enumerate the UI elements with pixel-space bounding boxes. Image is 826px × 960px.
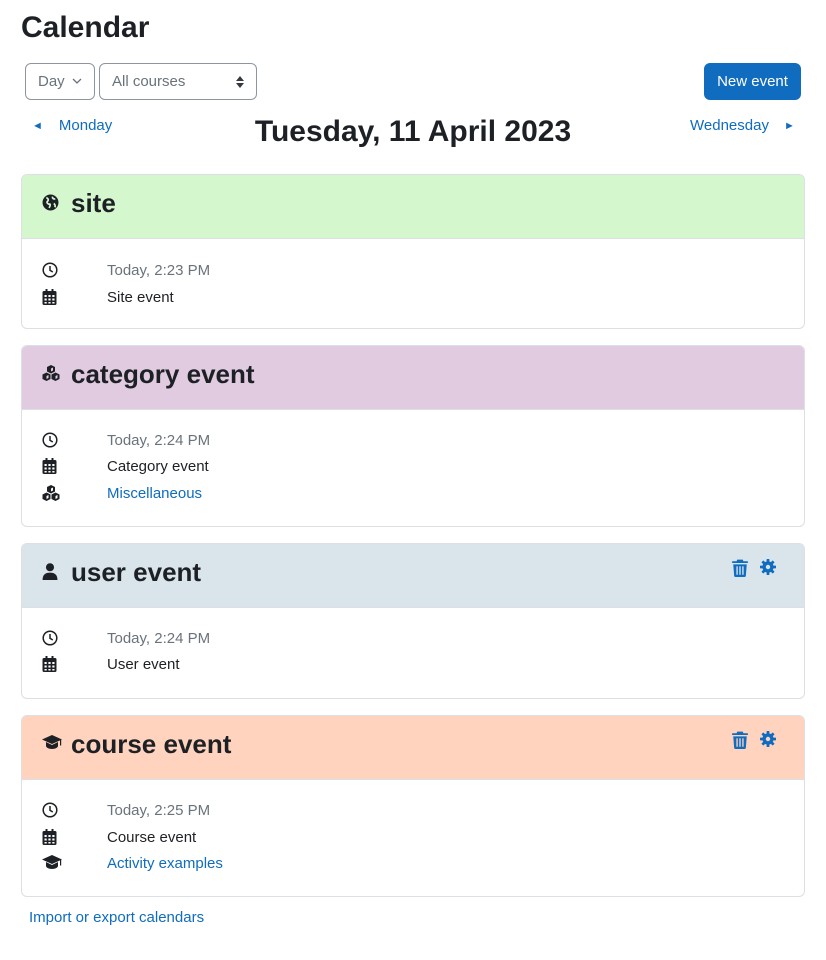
new-event-button[interactable]: New event — [704, 63, 801, 100]
gear-icon[interactable] — [760, 731, 776, 749]
event-actions — [732, 559, 776, 577]
globe-icon — [42, 194, 59, 211]
calendar-icon — [42, 656, 57, 672]
event-card: site Today, 2:23 PM Site event — [21, 174, 805, 329]
cubes-icon — [42, 365, 60, 381]
event-card: user event Today, 2:24 PM User event — [21, 543, 805, 699]
event-card: category event Today, 2:24 PM Category e… — [21, 345, 805, 527]
event-time-row: Today, 2:24 PM — [22, 629, 804, 649]
page-title: Calendar — [21, 11, 150, 44]
view-select[interactable]: Day — [25, 63, 95, 100]
event-card-header: course event — [22, 716, 804, 780]
sort-arrows-icon — [235, 74, 245, 90]
clock-icon — [42, 630, 58, 646]
event-card-header: category event — [22, 346, 804, 410]
event-course-link[interactable]: Activity examples — [107, 855, 223, 873]
event-title[interactable]: site — [71, 187, 116, 219]
event-context-row: Miscellaneous — [22, 484, 804, 504]
event-category-link[interactable]: Miscellaneous — [107, 485, 202, 503]
event-name: User event — [107, 656, 180, 673]
event-time-row: Today, 2:25 PM — [22, 801, 804, 821]
course-select-value: All courses — [112, 73, 186, 90]
clock-icon — [42, 802, 58, 818]
event-name: Course event — [107, 829, 197, 846]
delete-icon[interactable] — [732, 731, 748, 749]
user-icon — [42, 563, 58, 580]
calendar-icon — [42, 458, 57, 474]
clock-icon — [42, 262, 58, 278]
clock-icon — [42, 432, 58, 448]
event-time: Today, 2:24 PM — [107, 630, 211, 647]
event-type-row: User event — [22, 655, 804, 675]
calendar-icon — [42, 289, 57, 305]
event-card: course event Today, 2:25 PM Course event — [21, 715, 805, 897]
event-name: Site event — [107, 289, 174, 306]
chevron-down-icon — [72, 74, 82, 88]
event-name: Category event — [107, 458, 209, 475]
import-export-link[interactable]: Import or export calendars — [29, 909, 204, 926]
event-card-header: site — [22, 175, 804, 239]
next-day-label: Wednesday — [690, 117, 769, 134]
course-select[interactable]: All courses — [99, 63, 257, 100]
calendar-icon — [42, 829, 57, 845]
graduation-cap-icon — [42, 855, 62, 869]
event-type-row: Category event — [22, 457, 804, 477]
event-type-row: Site event — [22, 288, 804, 308]
cubes-icon — [42, 485, 60, 501]
next-day-link[interactable]: Wednesday ► — [690, 117, 795, 134]
arrow-right-icon: ► — [783, 119, 795, 132]
event-time-row: Today, 2:24 PM — [22, 431, 804, 451]
event-context-row: Activity examples — [22, 854, 804, 874]
event-title[interactable]: user event — [71, 556, 201, 588]
event-time: Today, 2:23 PM — [107, 262, 211, 279]
view-select-value: Day — [38, 73, 65, 90]
event-time: Today, 2:24 PM — [107, 432, 211, 449]
event-title[interactable]: category event — [71, 358, 255, 390]
event-actions — [732, 731, 776, 749]
gear-icon[interactable] — [760, 559, 776, 577]
event-time-row: Today, 2:23 PM — [22, 261, 804, 281]
delete-icon[interactable] — [732, 559, 748, 577]
graduation-cap-icon — [42, 735, 62, 749]
event-time: Today, 2:25 PM — [107, 802, 211, 819]
event-title[interactable]: course event — [71, 728, 231, 760]
event-card-header: user event — [22, 544, 804, 608]
event-type-row: Course event — [22, 828, 804, 848]
